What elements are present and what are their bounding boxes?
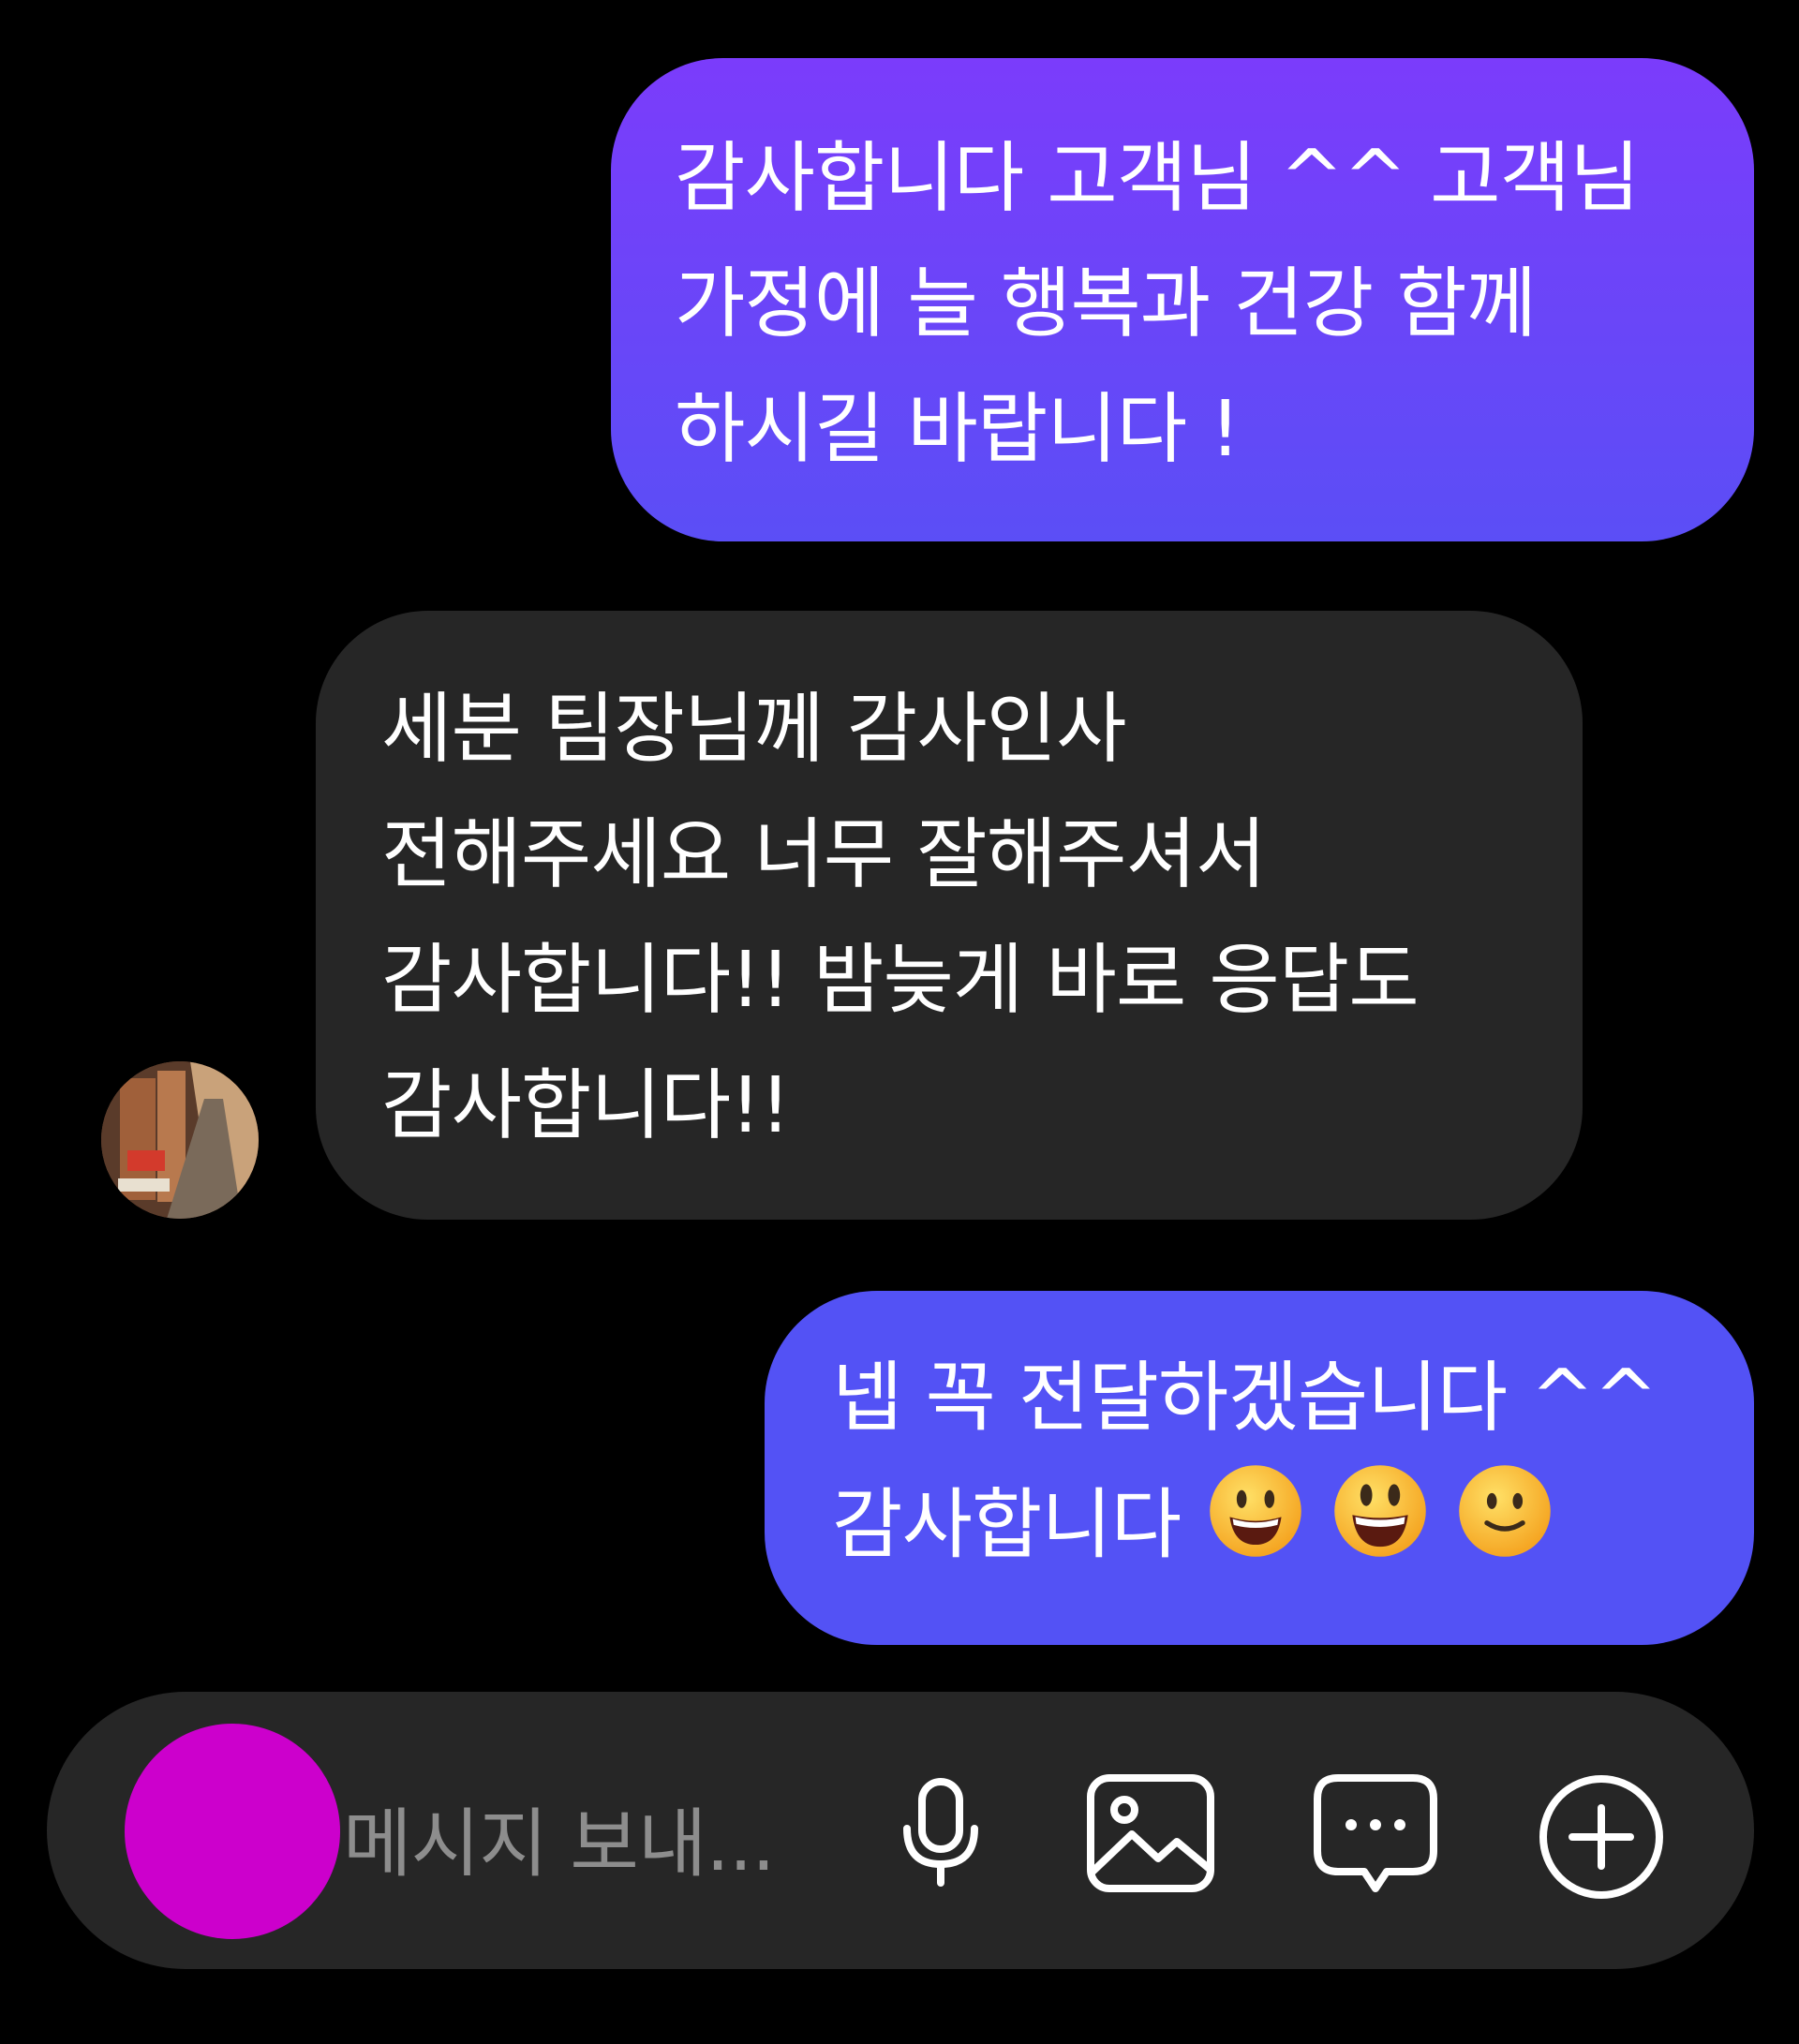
incoming-message-bubble[interactable]: 세분 팀장님께 감사인사 전해주세요 너무 잘해주셔서 감사합니다!! 밤늦게 … — [316, 611, 1583, 1220]
slightly-smiling-face-icon — [1455, 1461, 1554, 1598]
message-text-line: 넵 꼭 전달하겠습니다 ^^ — [832, 1354, 1658, 1443]
message-text-line: 감사합니다!! — [381, 1061, 791, 1150]
message-input[interactable]: 메시지 보내... — [343, 1784, 776, 1892]
message-composer: 메시지 보내... — [47, 1692, 1754, 1969]
smiley-face-icon — [1331, 1461, 1430, 1598]
grinning-face-icon — [1206, 1461, 1305, 1598]
contact-avatar[interactable] — [101, 1061, 259, 1219]
sticker-chat-icon[interactable] — [1312, 1772, 1439, 1900]
plus-circle-icon[interactable] — [1537, 1772, 1666, 1905]
camera-button[interactable] — [125, 1724, 340, 1939]
avatar-photo-icon — [101, 1061, 259, 1219]
message-text-line: 전해주세요 너무 잘해주셔서 — [381, 810, 1266, 899]
microphone-icon[interactable] — [881, 1772, 1001, 1896]
message-text-line: 감사합니다 — [832, 1461, 1754, 1598]
message-text-line: 감사합니다 고객님 ^^ 고객님 — [675, 134, 1640, 223]
outgoing-message-bubble[interactable]: 감사합니다 고객님 ^^ 고객님 가정에 늘 행복과 건강 함께 하시길 바랍니… — [611, 58, 1754, 541]
image-icon[interactable] — [1085, 1772, 1216, 1898]
message-text-line: 하시길 바랍니다 ! — [675, 385, 1241, 474]
message-text-line: 세분 팀장님께 감사인사 — [381, 685, 1127, 774]
message-text-line: 감사합니다!! 밤늦게 바로 응답도 — [381, 936, 1420, 1025]
outgoing-message-bubble[interactable]: 넵 꼭 전달하겠습니다 ^^ 감사합니다 — [765, 1291, 1754, 1645]
message-text-line: 가정에 늘 행복과 건강 함께 — [675, 259, 1537, 348]
message-text: 감사합니다 — [832, 1480, 1182, 1570]
